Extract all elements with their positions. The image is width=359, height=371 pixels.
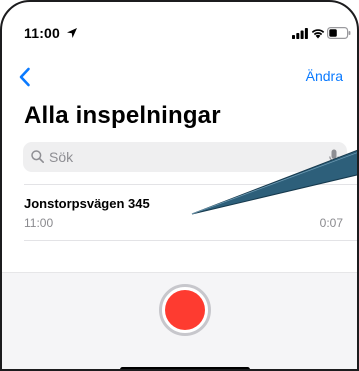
microphone-icon[interactable] xyxy=(329,149,339,165)
list-bottom-divider xyxy=(24,240,357,241)
recording-duration: 0:07 xyxy=(319,216,343,230)
record-icon xyxy=(165,290,205,330)
home-indicator xyxy=(120,367,250,369)
location-arrow-icon xyxy=(67,28,77,38)
cellular-signal-icon xyxy=(292,28,308,39)
recording-time: 11:00 xyxy=(24,216,54,230)
status-time: 11:00 xyxy=(24,25,61,41)
search-field[interactable] xyxy=(23,142,347,172)
page-title: Alla inspelningar xyxy=(24,102,221,129)
wifi-icon xyxy=(311,29,325,39)
back-button[interactable] xyxy=(16,66,36,88)
chevron-left-icon xyxy=(19,67,30,87)
recording-title: Jonstorpsvägen 345 xyxy=(24,196,150,211)
recording-list-item[interactable]: Jonstorpsvägen 345 11:00 0:07 xyxy=(2,184,357,240)
status-bar: 11:00 xyxy=(2,2,357,42)
record-button[interactable] xyxy=(159,284,211,336)
edit-button[interactable]: Ändra xyxy=(306,68,343,84)
battery-icon xyxy=(327,27,351,39)
search-icon xyxy=(31,150,44,163)
search-input[interactable] xyxy=(49,145,319,169)
phone-screen: 11:00 Ändra Alla inspelningar Sök Jonsto… xyxy=(0,0,359,371)
